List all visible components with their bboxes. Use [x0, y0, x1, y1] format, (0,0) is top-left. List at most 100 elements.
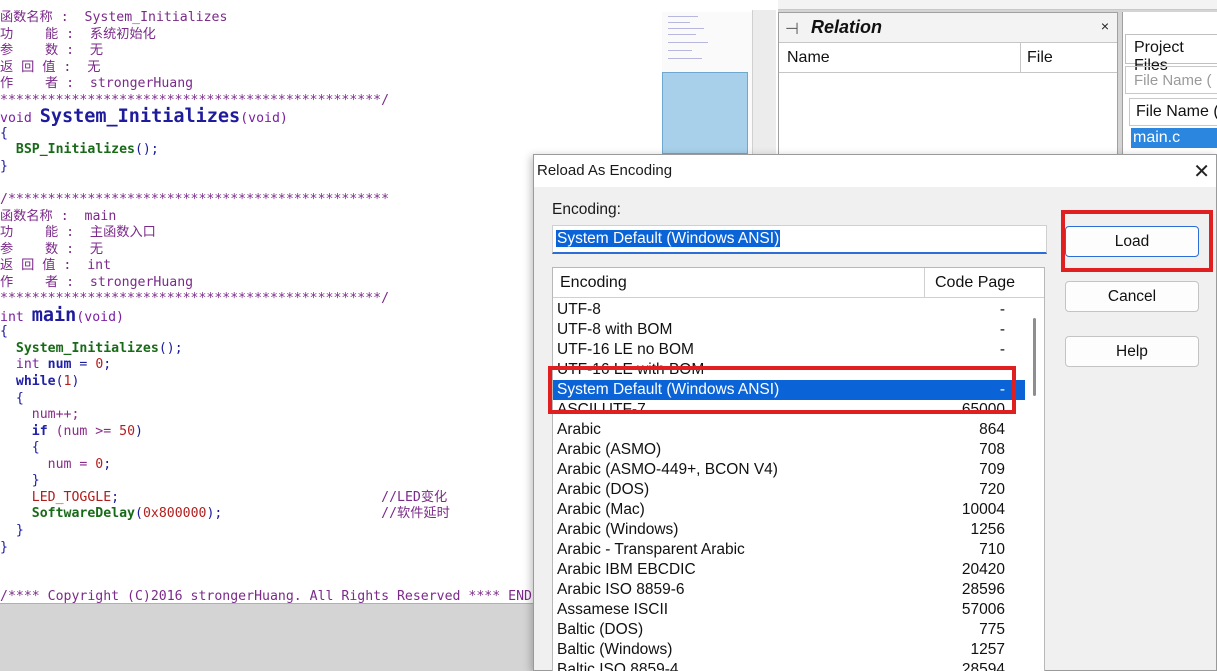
encoding-row-selected[interactable]: System Default (Windows ANSI) - — [553, 380, 1025, 400]
encoding-name: Arabic (DOS) — [557, 481, 650, 498]
code-token: 0x800000 — [142, 506, 207, 522]
relation-columns: Name File — [779, 43, 1117, 73]
minimap-line — [668, 22, 690, 23]
encoding-name: System Default (Windows ANSI) — [557, 381, 780, 398]
code-token: (); — [134, 142, 159, 158]
code-token: ); — [206, 506, 382, 522]
encoding-row[interactable]: Baltic (DOS) 775 — [553, 620, 1025, 640]
column-encoding[interactable]: Encoding — [560, 274, 627, 292]
encoding-input-value: System Default (Windows ANSI) — [556, 230, 781, 247]
encoding-name: Baltic (DOS) — [557, 621, 644, 638]
load-button[interactable]: Load — [1065, 226, 1199, 257]
encoding-row[interactable]: Arabic - Transparent Arabic 710 — [553, 540, 1025, 560]
minimap-line — [668, 50, 692, 51]
tab-project-files[interactable]: Project Files — [1125, 34, 1217, 74]
code-token: } — [0, 539, 8, 555]
code-token: 1 — [63, 374, 72, 390]
minimap-viewport[interactable] — [662, 72, 748, 154]
encoding-name: Arabic (ASMO) — [557, 441, 662, 458]
code-token: ; — [103, 456, 112, 472]
file-item-selected[interactable]: main.c — [1131, 128, 1217, 148]
encoding-row[interactable]: UTF-16 LE no BOM - — [553, 340, 1025, 360]
close-icon[interactable]: × — [1101, 18, 1109, 34]
code-token: { — [0, 125, 8, 141]
code-page-value: 20420 — [961, 561, 1005, 578]
code-token: 返 回 值 : int — [0, 258, 112, 274]
code-line[interactable]: 作 者 : strongerHuang — [0, 76, 660, 93]
encoding-row[interactable]: ASCII UTF-7 65000 — [553, 400, 1025, 420]
code-token: } — [0, 473, 40, 489]
minimap[interactable] — [662, 12, 752, 154]
code-page-value: 709 — [979, 461, 1005, 478]
column-file[interactable]: File — [1027, 49, 1053, 67]
encoding-row[interactable]: Arabic (ASMO-449+, BCON V4) 709 — [553, 460, 1025, 480]
help-button[interactable]: Help — [1065, 336, 1199, 367]
tree-icon: ⊣ — [785, 21, 799, 38]
code-line[interactable]: { — [0, 126, 660, 143]
column-code-page[interactable]: Code Page — [935, 274, 1015, 292]
encoding-row[interactable]: Assamese ISCII 57006 — [553, 600, 1025, 620]
encoding-row[interactable]: Arabic IBM EBCDIC 20420 — [553, 560, 1025, 580]
code-token: 参 数 : 无 — [0, 43, 104, 59]
code-token: 50 — [119, 423, 136, 439]
encoding-row[interactable]: UTF-8 with BOM - — [553, 320, 1025, 340]
code-token: main — [31, 304, 77, 326]
close-icon[interactable]: ✕ — [1193, 159, 1210, 184]
code-token: System_Initializes — [15, 340, 159, 356]
code-token: } — [0, 522, 24, 538]
code-token: = — [71, 357, 96, 373]
encoding-row[interactable]: UTF-8 - — [553, 300, 1025, 320]
code-page-value: 864 — [979, 421, 1005, 438]
code-token: (num >= — [47, 423, 120, 439]
project-files-panel: Project Files File Name ( File Name ( ma… — [1122, 12, 1217, 172]
encoding-name: Arabic — [557, 421, 601, 438]
encoding-name: Arabic (Mac) — [557, 501, 645, 518]
encoding-name: ASCII UTF-7 — [557, 401, 646, 418]
code-token: void — [0, 111, 40, 127]
encoding-row[interactable]: Arabic 864 — [553, 420, 1025, 440]
list-scrollbar[interactable] — [1033, 318, 1036, 396]
code-page-value: - — [999, 301, 1005, 318]
file-search-input[interactable]: File Name ( — [1125, 66, 1217, 94]
code-token: (void) — [240, 111, 288, 127]
relation-panel: ⊣ Relation × Name File — [778, 12, 1118, 172]
encoding-list[interactable]: Encoding Code Page UTF-8 - UTF-8 with BOM -… — [552, 267, 1045, 671]
relation-title: Relation — [811, 17, 883, 37]
code-page-value: - — [999, 381, 1005, 398]
code-line[interactable]: 参 数 : 无 — [0, 43, 660, 60]
column-divider — [1020, 43, 1021, 73]
encoding-input[interactable]: System Default (Windows ANSI) — [552, 225, 1047, 254]
encoding-row[interactable]: UTF-16 LE with BOM — [553, 360, 1025, 380]
encoding-list-header: Encoding Code Page — [553, 268, 1044, 298]
code-line[interactable]: void System_Initializes(void) — [0, 108, 660, 127]
encoding-row[interactable]: Arabic ISO 8859-6 28596 — [553, 580, 1025, 600]
column-name[interactable]: Name — [787, 49, 830, 67]
cancel-button[interactable]: Cancel — [1065, 281, 1199, 312]
encoding-name: Assamese ISCII — [557, 601, 669, 618]
encoding-name: Baltic (Windows) — [557, 641, 673, 658]
code-token: /**** Copyright (C)2016 strongerHuang. A… — [0, 589, 532, 604]
code-line[interactable]: 函数名称 : System_Initializes — [0, 10, 660, 27]
encoding-row[interactable]: Baltic (Windows) 1257 — [553, 640, 1025, 660]
code-token: { — [0, 324, 8, 340]
encoding-row[interactable]: Baltic ISO 8859-4 28594 — [553, 660, 1025, 671]
code-token: int — [0, 309, 32, 325]
encoding-row[interactable]: Arabic (Windows) 1256 — [553, 520, 1025, 540]
code-page-value: 10004 — [961, 501, 1005, 518]
encoding-row[interactable]: Arabic (ASMO) 708 — [553, 440, 1025, 460]
encoding-row[interactable]: Arabic (DOS) 720 — [553, 480, 1025, 500]
code-line[interactable]: 功 能 : 系统初始化 — [0, 27, 660, 44]
minimap-line — [668, 42, 708, 43]
encoding-row[interactable]: Arabic (Mac) 10004 — [553, 500, 1025, 520]
code-page-value: 710 — [979, 541, 1005, 558]
file-name-column-header[interactable]: File Name ( — [1129, 98, 1217, 126]
code-token: { — [0, 440, 40, 456]
code-line[interactable]: 返 回 值 : 无 — [0, 60, 660, 77]
code-token: 函数名称 : main — [0, 208, 117, 224]
code-token: //软件延时 — [381, 506, 450, 522]
relation-header: ⊣ Relation × — [779, 13, 1117, 43]
